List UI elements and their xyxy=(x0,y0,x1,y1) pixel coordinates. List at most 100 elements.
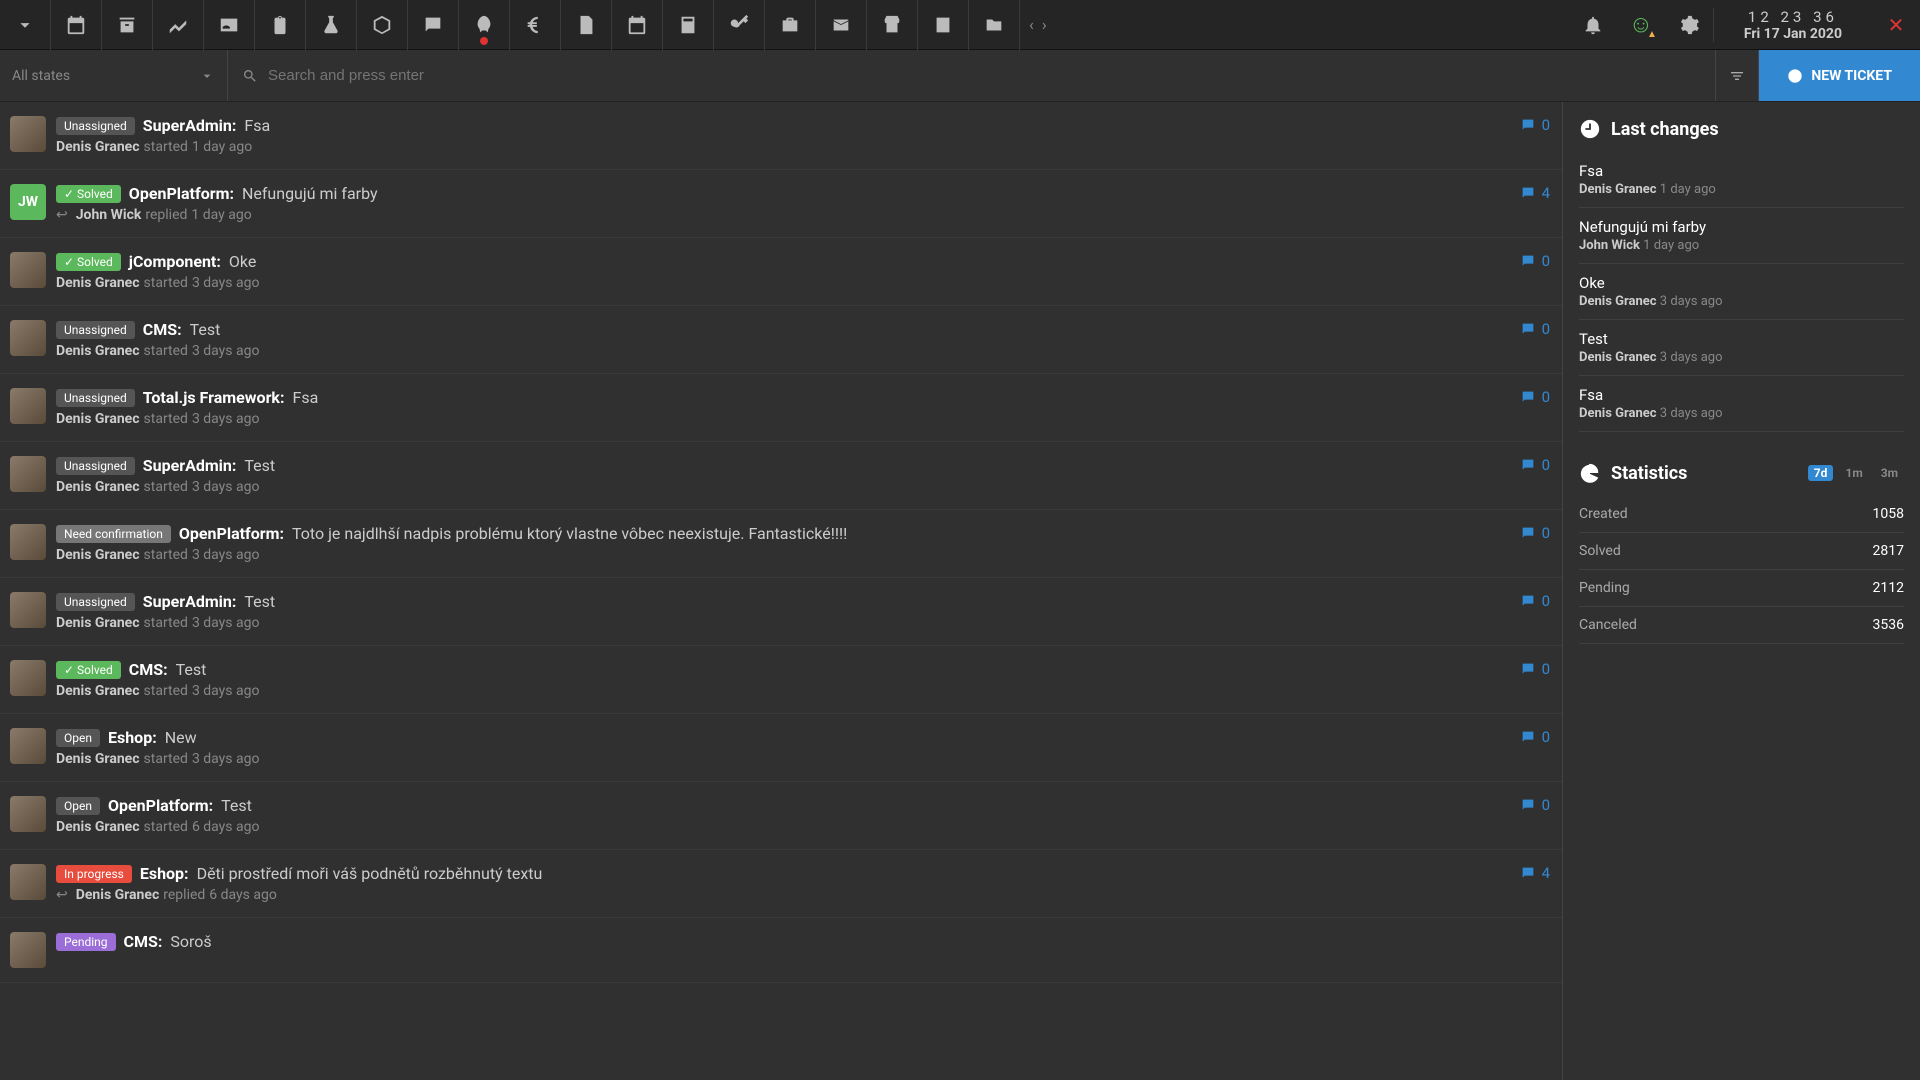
ticket-meta: Denis Granec started 3 days ago xyxy=(56,547,1520,563)
lc-title: Fsa xyxy=(1579,386,1904,404)
ticket-comments[interactable]: 0 xyxy=(1520,252,1550,270)
ticket-title: Test xyxy=(221,796,252,815)
box-icon[interactable] xyxy=(357,0,408,50)
archive-icon[interactable] xyxy=(102,0,153,50)
stat-label: Canceled xyxy=(1579,617,1637,633)
ticket-row[interactable]: Need confirmationOpenPlatform:Toto je na… xyxy=(0,510,1562,578)
folder-icon[interactable] xyxy=(969,0,1020,50)
ticket-row[interactable]: UnassignedSuperAdmin:TestDenis Granec st… xyxy=(0,442,1562,510)
rocket-icon[interactable] xyxy=(459,0,510,50)
comment-icon xyxy=(1520,593,1536,609)
status-badge: In progress xyxy=(56,865,132,883)
stat-row: Solved2817 xyxy=(1579,533,1904,570)
lc-title: Test xyxy=(1579,330,1904,348)
comment-icon xyxy=(1520,661,1536,677)
nav-prev-icon[interactable]: ‹ xyxy=(1025,15,1038,34)
ticket-comments[interactable]: 0 xyxy=(1520,320,1550,338)
ticket-comments[interactable]: 0 xyxy=(1520,524,1550,542)
ticket-comments[interactable]: 0 xyxy=(1520,116,1550,134)
comment-icon xyxy=(1520,117,1536,133)
nav-next-icon[interactable]: › xyxy=(1038,15,1051,34)
avatar xyxy=(10,456,46,492)
ticket-title: Test xyxy=(190,320,221,339)
status-badge: Unassigned xyxy=(56,117,135,135)
chat-icon[interactable] xyxy=(408,0,459,50)
avatar xyxy=(10,252,46,288)
ticket-project: OpenPlatform: xyxy=(108,796,213,815)
ticket-comments[interactable]: 0 xyxy=(1520,796,1550,814)
key-icon[interactable] xyxy=(714,0,765,50)
ticket-comments[interactable]: 0 xyxy=(1520,728,1550,746)
ticket-row[interactable]: ✓ SolvedjComponent:OkeDenis Granec start… xyxy=(0,238,1562,306)
ticket-row[interactable]: OpenOpenPlatform:TestDenis Granec starte… xyxy=(0,782,1562,850)
clipboard-icon[interactable] xyxy=(255,0,306,50)
last-change-item[interactable]: Nefungujú mi farbyJohn Wick 1 day ago xyxy=(1579,208,1904,264)
calculator-icon[interactable] xyxy=(663,0,714,50)
new-ticket-button[interactable]: NEW TICKET xyxy=(1759,50,1920,101)
searchbar: All states NEW TICKET xyxy=(0,50,1920,102)
store-icon[interactable] xyxy=(867,0,918,50)
comment-icon xyxy=(1520,389,1536,405)
ticket-meta: Denis Granec started 3 days ago xyxy=(56,683,1520,699)
ticket-project: CMS: xyxy=(143,320,182,339)
ticket-row[interactable]: JW✓ SolvedOpenPlatform:Nefungujú mi farb… xyxy=(0,170,1562,238)
last-change-item[interactable]: TestDenis Granec 3 days ago xyxy=(1579,320,1904,376)
last-change-item[interactable]: Fsa Denis Granec 3 days ago xyxy=(1579,376,1904,432)
stat-label: Solved xyxy=(1579,543,1621,559)
id-card-icon[interactable] xyxy=(204,0,255,50)
ticket-project: SuperAdmin: xyxy=(143,456,237,475)
last-change-item[interactable]: FsaDenis Granec 1 day ago xyxy=(1579,152,1904,208)
ticket-comments[interactable]: 0 xyxy=(1520,660,1550,678)
ticket-comments[interactable]: 0 xyxy=(1520,592,1550,610)
ticket-project: Total.js Framework: xyxy=(143,388,285,407)
lc-meta: Denis Granec 1 day ago xyxy=(1579,182,1904,197)
ticket-row[interactable]: UnassignedTotal.js Framework:FsaDenis Gr… xyxy=(0,374,1562,442)
stat-value: 2112 xyxy=(1873,580,1904,596)
briefcase-icon[interactable] xyxy=(765,0,816,50)
stat-tab-3m[interactable]: 3m xyxy=(1875,465,1904,481)
avatar xyxy=(10,116,46,152)
ticket-comments[interactable]: 0 xyxy=(1520,388,1550,406)
news-icon[interactable] xyxy=(918,0,969,50)
ticket-title: New xyxy=(165,728,197,747)
stat-tab-7d[interactable]: 7d xyxy=(1808,465,1834,481)
ticket-meta: ↩Denis Granec replied 6 days ago xyxy=(56,887,1520,903)
status-smile-icon[interactable]: ☺▲ xyxy=(1617,0,1665,50)
ticket-comments[interactable]: 0 xyxy=(1520,456,1550,474)
settings-gear-icon[interactable] xyxy=(1665,0,1713,50)
invoice-icon[interactable] xyxy=(561,0,612,50)
lc-meta: Denis Granec 3 days ago xyxy=(1579,406,1904,421)
last-change-item[interactable]: OkeDenis Granec 3 days ago xyxy=(1579,264,1904,320)
filter-settings-icon[interactable] xyxy=(1715,50,1759,101)
euro-icon[interactable] xyxy=(510,0,561,50)
avatar xyxy=(10,864,46,900)
comment-icon xyxy=(1520,797,1536,813)
search-input[interactable] xyxy=(268,67,1701,84)
calendar-check-icon[interactable] xyxy=(612,0,663,50)
ticket-comments[interactable]: 4 xyxy=(1520,184,1550,202)
ticket-project: Eshop: xyxy=(140,864,189,883)
tickets-list: UnassignedSuperAdmin:FsaDenis Granec sta… xyxy=(0,102,1562,1080)
chart-icon[interactable] xyxy=(153,0,204,50)
envelope-icon[interactable] xyxy=(816,0,867,50)
avatar xyxy=(10,932,46,968)
sidebar: Last changes FsaDenis Granec 1 day agoNe… xyxy=(1562,102,1920,1080)
state-filter-dropdown[interactable]: All states xyxy=(0,50,228,101)
ticket-row[interactable]: ✓ SolvedCMS:TestDenis Granec started 3 d… xyxy=(0,646,1562,714)
ticket-row[interactable]: PendingCMS:Soroš xyxy=(0,918,1562,983)
flask-icon[interactable] xyxy=(306,0,357,50)
bell-icon[interactable] xyxy=(1569,0,1617,50)
reply-icon: ↩ xyxy=(56,887,68,903)
ticket-row[interactable]: UnassignedSuperAdmin:TestDenis Granec st… xyxy=(0,578,1562,646)
status-badge: Unassigned xyxy=(56,457,135,475)
stat-tab-1m[interactable]: 1m xyxy=(1839,465,1868,481)
ticket-comments[interactable]: 4 xyxy=(1520,864,1550,882)
calendar-icon[interactable] xyxy=(51,0,102,50)
close-icon[interactable]: ✕ xyxy=(1872,13,1920,37)
ticket-row[interactable]: In progressEshop:Děti prostředí moři váš… xyxy=(0,850,1562,918)
chevron-down-icon xyxy=(199,68,215,84)
chevron-down-icon[interactable] xyxy=(0,0,51,50)
ticket-row[interactable]: UnassignedSuperAdmin:FsaDenis Granec sta… xyxy=(0,102,1562,170)
ticket-row[interactable]: UnassignedCMS:TestDenis Granec started 3… xyxy=(0,306,1562,374)
ticket-row[interactable]: OpenEshop:NewDenis Granec started 3 days… xyxy=(0,714,1562,782)
